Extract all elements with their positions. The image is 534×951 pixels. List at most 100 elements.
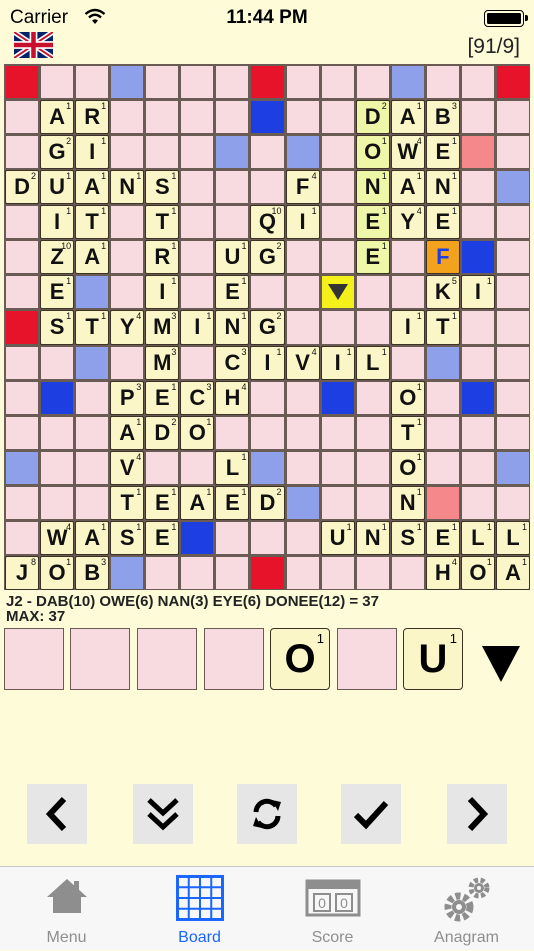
rack-slot-empty[interactable]	[137, 628, 197, 690]
board-tile[interactable]: V4	[285, 345, 320, 380]
board-tile[interactable]: R1	[145, 240, 180, 275]
board-tile[interactable]: O1	[390, 380, 425, 415]
board-tile[interactable]: I1	[390, 310, 425, 345]
board-cell[interactable]	[180, 555, 215, 590]
board-cell[interactable]	[180, 520, 215, 555]
board-cell[interactable]	[5, 415, 40, 450]
board-tile[interactable]: A1	[110, 415, 145, 450]
board-cell[interactable]	[285, 135, 320, 170]
board-cell[interactable]	[5, 275, 40, 310]
board-cell[interactable]	[110, 240, 145, 275]
board-tile[interactable]: A1	[75, 520, 110, 555]
board-cell[interactable]	[460, 345, 495, 380]
board-cell[interactable]	[215, 555, 250, 590]
board-tile[interactable]: L1	[495, 520, 530, 555]
board-tile[interactable]: O1	[390, 450, 425, 485]
board-cell[interactable]	[320, 205, 355, 240]
board-cell[interactable]	[320, 380, 355, 415]
board-cell[interactable]	[495, 485, 530, 520]
board-cell[interactable]	[495, 135, 530, 170]
board-cell[interactable]	[285, 100, 320, 135]
board-cell[interactable]	[320, 170, 355, 205]
board-cell[interactable]	[250, 275, 285, 310]
tab-anagram[interactable]: Anagram	[400, 867, 533, 951]
board-cell[interactable]	[5, 135, 40, 170]
board-cell[interactable]	[320, 240, 355, 275]
board-tile[interactable]: O1	[180, 415, 215, 450]
board-tile[interactable]: E1	[425, 205, 460, 240]
board-tile[interactable]: I1	[320, 345, 355, 380]
board-cell[interactable]	[145, 100, 180, 135]
board-cell[interactable]	[180, 450, 215, 485]
board-cell[interactable]	[495, 240, 530, 275]
board-cell[interactable]	[5, 520, 40, 555]
board-cell[interactable]	[110, 345, 145, 380]
board-tile[interactable]: O1	[40, 555, 75, 590]
board-tile[interactable]: R1	[75, 100, 110, 135]
rack-menu-arrow-icon[interactable]	[482, 646, 520, 682]
board-cell[interactable]	[40, 485, 75, 520]
board-cell[interactable]	[460, 135, 495, 170]
board-tile[interactable]: W4	[40, 520, 75, 555]
board-tile[interactable]: V4	[110, 450, 145, 485]
board-tile[interactable]: C3	[215, 345, 250, 380]
board-tile[interactable]: E1	[425, 520, 460, 555]
tile-rack[interactable]: O1 U1	[0, 628, 534, 690]
board-cell[interactable]	[215, 415, 250, 450]
board-tile[interactable]: A1	[495, 555, 530, 590]
board-tile[interactable]: P3	[110, 380, 145, 415]
board-cell[interactable]	[355, 555, 390, 590]
board-cell[interactable]	[75, 275, 110, 310]
board-cell[interactable]	[180, 100, 215, 135]
board-cell[interactable]	[40, 450, 75, 485]
board-cell[interactable]	[425, 65, 460, 100]
board-tile[interactable]: T1	[110, 485, 145, 520]
board-tile[interactable]: T1	[425, 310, 460, 345]
board-tile[interactable]: T1	[390, 415, 425, 450]
board-tile[interactable]: M3	[145, 310, 180, 345]
board-cell[interactable]	[390, 275, 425, 310]
board-tile[interactable]: N1	[355, 520, 390, 555]
board-tile[interactable]: U1	[40, 170, 75, 205]
board-cell[interactable]	[180, 240, 215, 275]
board-cell[interactable]	[495, 65, 530, 100]
board-cell[interactable]	[460, 65, 495, 100]
board-cell[interactable]	[215, 65, 250, 100]
board-cell[interactable]	[355, 415, 390, 450]
board-cell[interactable]	[250, 380, 285, 415]
board-tile[interactable]: S1	[390, 520, 425, 555]
board-cell[interactable]	[355, 450, 390, 485]
board-tile[interactable]: A1	[180, 485, 215, 520]
rack-slot-empty[interactable]	[70, 628, 130, 690]
board-cell[interactable]	[460, 310, 495, 345]
board-cell[interactable]	[355, 310, 390, 345]
board-tile[interactable]: S1	[145, 170, 180, 205]
shuffle-button[interactable]	[237, 784, 297, 844]
board-cell[interactable]	[75, 415, 110, 450]
board-tile[interactable]: A1	[390, 100, 425, 135]
board-tile[interactable]: L1	[215, 450, 250, 485]
board-cell[interactable]	[5, 380, 40, 415]
board-tile[interactable]: A1	[75, 240, 110, 275]
board-tile[interactable]: D2	[145, 415, 180, 450]
board-cell[interactable]	[320, 310, 355, 345]
board-cell[interactable]	[285, 555, 320, 590]
rack-tile[interactable]: U1	[403, 628, 463, 690]
tab-score[interactable]: 0 0 Score	[266, 867, 399, 951]
board-cell[interactable]	[250, 520, 285, 555]
board-cell[interactable]	[495, 415, 530, 450]
board-cell[interactable]	[75, 485, 110, 520]
board-tile[interactable]: U1	[320, 520, 355, 555]
board-cell[interactable]	[285, 485, 320, 520]
board-tile[interactable]: N1	[215, 310, 250, 345]
board-tile[interactable]: E1	[355, 240, 390, 275]
board-tile[interactable]: S1	[40, 310, 75, 345]
board-tile[interactable]: N1	[425, 170, 460, 205]
board-cell[interactable]	[425, 450, 460, 485]
board-cell[interactable]	[215, 520, 250, 555]
board-cell[interactable]	[40, 415, 75, 450]
board-tile[interactable]: F4	[285, 170, 320, 205]
board-cell[interactable]	[425, 485, 460, 520]
board-cell[interactable]	[495, 380, 530, 415]
board-tile[interactable]: E1	[145, 485, 180, 520]
